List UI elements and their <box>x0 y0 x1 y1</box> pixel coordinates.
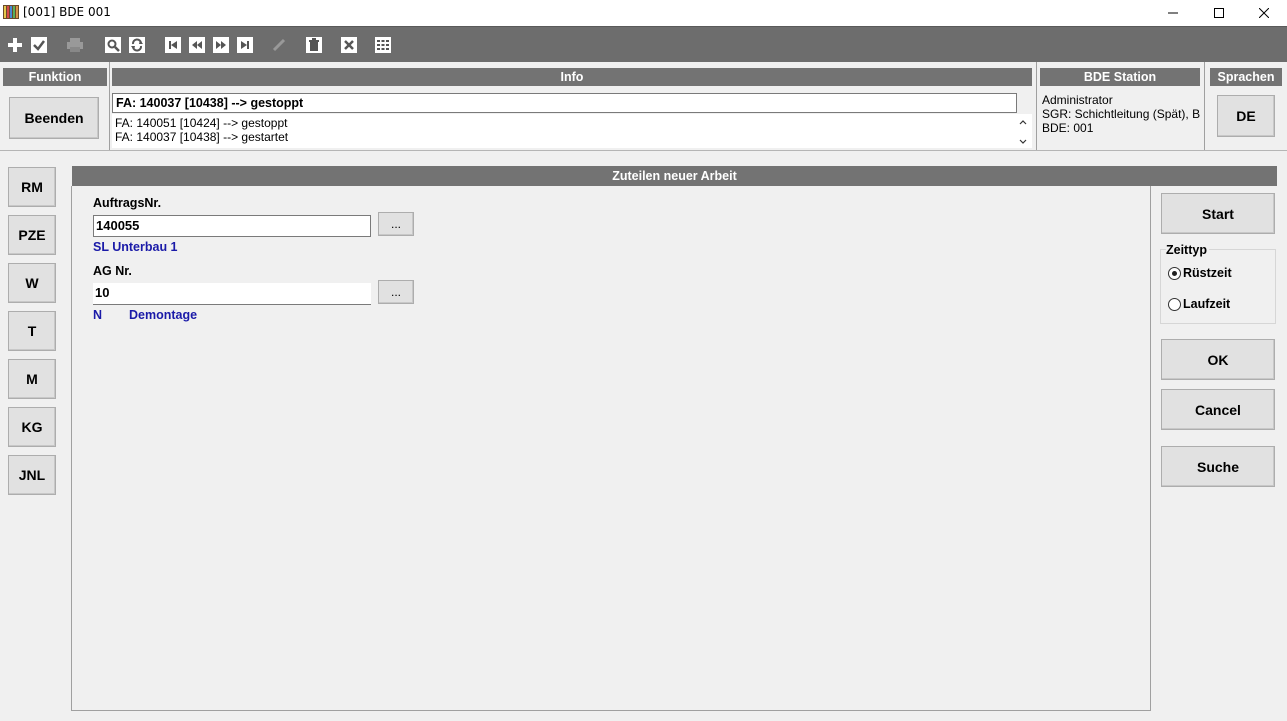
ag-code: N <box>93 308 103 322</box>
ag-description: Demontage <box>129 308 198 322</box>
radio-ruestzeit-label: Rüstzeit <box>1183 266 1232 280</box>
minimize-button[interactable] <box>1150 0 1196 26</box>
scroll-up-icon <box>1019 120 1027 125</box>
radio-selected-icon <box>1168 266 1181 280</box>
zeittyp-label: Zeittyp <box>1166 243 1209 257</box>
divider <box>1036 62 1037 150</box>
sprachen-header: Sprachen <box>1210 68 1282 86</box>
form-title: Zuteilen neuer Arbeit <box>72 166 1277 186</box>
log-entry: FA: 140051 [10424] --> gestoppt <box>115 116 288 130</box>
station-group: SGR: Schichtleitung (Spät), B <box>1042 107 1201 121</box>
language-button[interactable]: DE <box>1217 95 1275 137</box>
start-button[interactable]: Start <box>1161 193 1275 234</box>
title-bar: [001] BDE 001 <box>0 0 1287 26</box>
close-icon[interactable] <box>340 36 358 54</box>
search-icon[interactable] <box>104 36 122 54</box>
ok-button[interactable]: OK <box>1161 339 1275 380</box>
refresh-icon[interactable] <box>128 36 146 54</box>
ag-input[interactable]: 10 <box>93 283 371 305</box>
zeittyp-group <box>1160 249 1276 324</box>
station-bde: BDE: 001 <box>1042 121 1094 135</box>
print-icon[interactable] <box>66 36 84 54</box>
next-record-icon[interactable] <box>212 36 230 54</box>
grid-menu-icon[interactable] <box>375 36 393 54</box>
station-header: BDE Station <box>1040 68 1200 86</box>
station-user: Administrator <box>1042 93 1113 107</box>
minimize-icon <box>1168 12 1178 14</box>
cancel-button[interactable]: Cancel <box>1161 389 1275 430</box>
maximize-icon <box>1214 8 1224 18</box>
nav-button-jnl[interactable]: JNL <box>8 455 56 495</box>
maximize-button[interactable] <box>1196 0 1242 26</box>
nav-button-m[interactable]: M <box>8 359 56 399</box>
radio-laufzeit[interactable]: Laufzeit <box>1168 297 1230 311</box>
window-title: [001] BDE 001 <box>23 5 111 19</box>
auftrag-input[interactable]: 140055 <box>93 215 371 237</box>
edit-icon[interactable] <box>270 36 288 54</box>
info-current-status: FA: 140037 [10438] --> gestoppt <box>112 93 1017 113</box>
first-record-icon[interactable] <box>164 36 182 54</box>
auftrag-label: AuftragsNr. <box>93 196 162 210</box>
radio-unselected-icon <box>1168 297 1181 311</box>
delete-icon[interactable] <box>305 36 323 54</box>
nav-button-t[interactable]: T <box>8 311 56 351</box>
nav-button-w[interactable]: W <box>8 263 56 303</box>
divider <box>1204 62 1205 150</box>
ag-browse-button[interactable]: ... <box>378 280 414 304</box>
close-window-icon <box>1259 8 1269 18</box>
nav-button-pze[interactable]: PZE <box>8 215 56 255</box>
add-icon[interactable] <box>6 36 24 54</box>
divider <box>109 62 110 150</box>
info-header: Info <box>112 68 1032 86</box>
check-icon[interactable] <box>30 36 48 54</box>
info-log[interactable]: FA: 140051 [10424] --> gestoppt FA: 1400… <box>112 114 1032 148</box>
previous-record-icon[interactable] <box>188 36 206 54</box>
auftrag-description: SL Unterbau 1 <box>93 240 178 254</box>
nav-button-kg[interactable]: KG <box>8 407 56 447</box>
suche-button[interactable]: Suche <box>1161 446 1275 487</box>
close-window-button[interactable] <box>1241 0 1287 26</box>
log-entry: FA: 140037 [10438] --> gestartet <box>115 130 289 144</box>
radio-ruestzeit[interactable]: Rüstzeit <box>1168 266 1232 280</box>
info-log-scrollbar[interactable] <box>1016 116 1030 148</box>
divider <box>0 150 1287 151</box>
station-info: Administrator SGR: Schichtleitung (Spät)… <box>1042 93 1202 135</box>
funktion-header: Funktion <box>3 68 107 86</box>
beenden-button[interactable]: Beenden <box>9 97 99 139</box>
radio-laufzeit-label: Laufzeit <box>1183 297 1231 311</box>
app-icon <box>3 4 19 20</box>
toolbar <box>0 26 1287 62</box>
form-panel <box>71 186 1151 711</box>
last-record-icon[interactable] <box>236 36 254 54</box>
scroll-down-icon <box>1019 139 1027 144</box>
ag-label: AG Nr. <box>93 264 132 278</box>
nav-button-rm[interactable]: RM <box>8 167 56 207</box>
auftrag-browse-button[interactable]: ... <box>378 212 414 236</box>
